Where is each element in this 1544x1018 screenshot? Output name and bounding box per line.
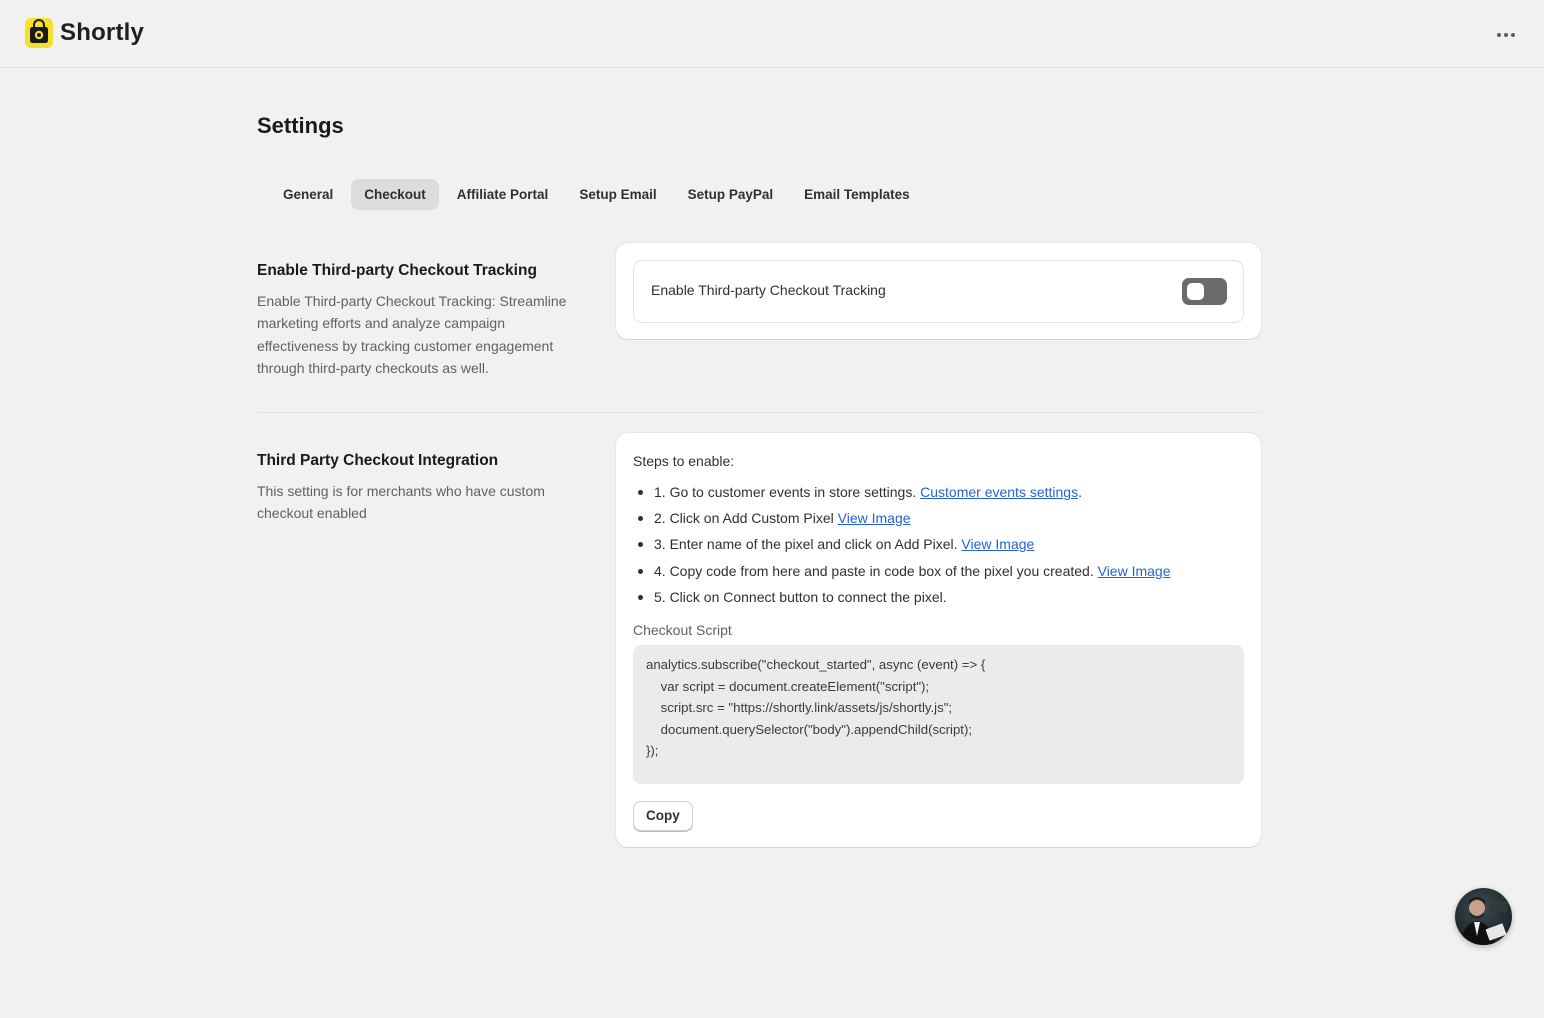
integration-section-description: This setting is for merchants who have c… (257, 483, 545, 522)
view-image-link[interactable]: View Image (1098, 563, 1171, 579)
tracking-section-title: Enable Third-party Checkout Tracking (257, 262, 537, 279)
tab-checkout[interactable]: Checkout (351, 179, 439, 210)
list-item: 1. Go to customer events in store settin… (636, 479, 1171, 505)
tab-setup-paypal[interactable]: Setup PayPal (675, 179, 787, 210)
tracking-toggle[interactable] (1182, 278, 1227, 305)
tab-email-templates[interactable]: Email Templates (791, 179, 923, 210)
integration-section-title: Third Party Checkout Integration (257, 452, 499, 469)
list-item: 4. Copy code from here and paste in code… (636, 558, 1171, 584)
tab-affiliate-portal[interactable]: Affiliate Portal (444, 179, 562, 210)
list-item: 5. Click on Connect button to connect th… (636, 584, 1171, 610)
avatar-illustration (1461, 897, 1507, 945)
view-image-link[interactable]: View Image (961, 536, 1034, 552)
support-avatar[interactable] (1455, 888, 1512, 945)
step-text: 4. Copy code from here and paste in code… (654, 562, 1098, 579)
checkout-script-code[interactable]: analytics.subscribe("checkout_started", … (633, 645, 1244, 784)
step-text: 3. Enter name of the pixel and click on … (654, 536, 962, 553)
copy-button[interactable]: Copy (633, 801, 693, 831)
tab-general[interactable]: General (270, 179, 346, 210)
integration-card: Steps to enable: 1. Go to customer event… (616, 433, 1261, 847)
customer-events-settings-link[interactable]: Customer events settings (920, 484, 1078, 500)
tab-setup-email[interactable]: Setup Email (566, 179, 669, 210)
view-image-link[interactable]: View Image (838, 510, 911, 526)
list-item: 3. Enter name of the pixel and click on … (636, 531, 1171, 557)
step-text: 5. Click on Connect button to connect th… (654, 588, 947, 605)
steps-list: 1. Go to customer events in store settin… (636, 479, 1171, 610)
settings-tabs: General Checkout Affiliate Portal Setup … (270, 179, 928, 210)
section-divider (257, 412, 1260, 413)
brand[interactable]: Shortly (25, 18, 144, 48)
toggle-knob (1187, 283, 1204, 300)
step-text: 2. Click on Add Custom Pixel (654, 510, 838, 527)
steps-heading: Steps to enable: (633, 453, 735, 469)
top-bar: Shortly (0, 0, 1544, 68)
step-text: 1. Go to customer events in store settin… (654, 484, 921, 500)
tracking-toggle-label: Enable Third-party Checkout Tracking (651, 282, 886, 298)
page-title: Settings (257, 113, 344, 138)
checkout-script-label: Checkout Script (633, 622, 732, 638)
more-horizontal-icon[interactable] (1492, 22, 1520, 48)
tracking-toggle-row: Enable Third-party Checkout Tracking (633, 260, 1244, 323)
step-suffix: . (1078, 484, 1082, 500)
app-name: Shortly (60, 19, 145, 46)
tracking-card: Enable Third-party Checkout Tracking (616, 243, 1261, 339)
list-item: 2. Click on Add Custom Pixel View Image (636, 505, 1171, 531)
shopping-bag-icon (25, 18, 53, 48)
tracking-section-description: Enable Third-party Checkout Tracking: St… (257, 293, 567, 376)
